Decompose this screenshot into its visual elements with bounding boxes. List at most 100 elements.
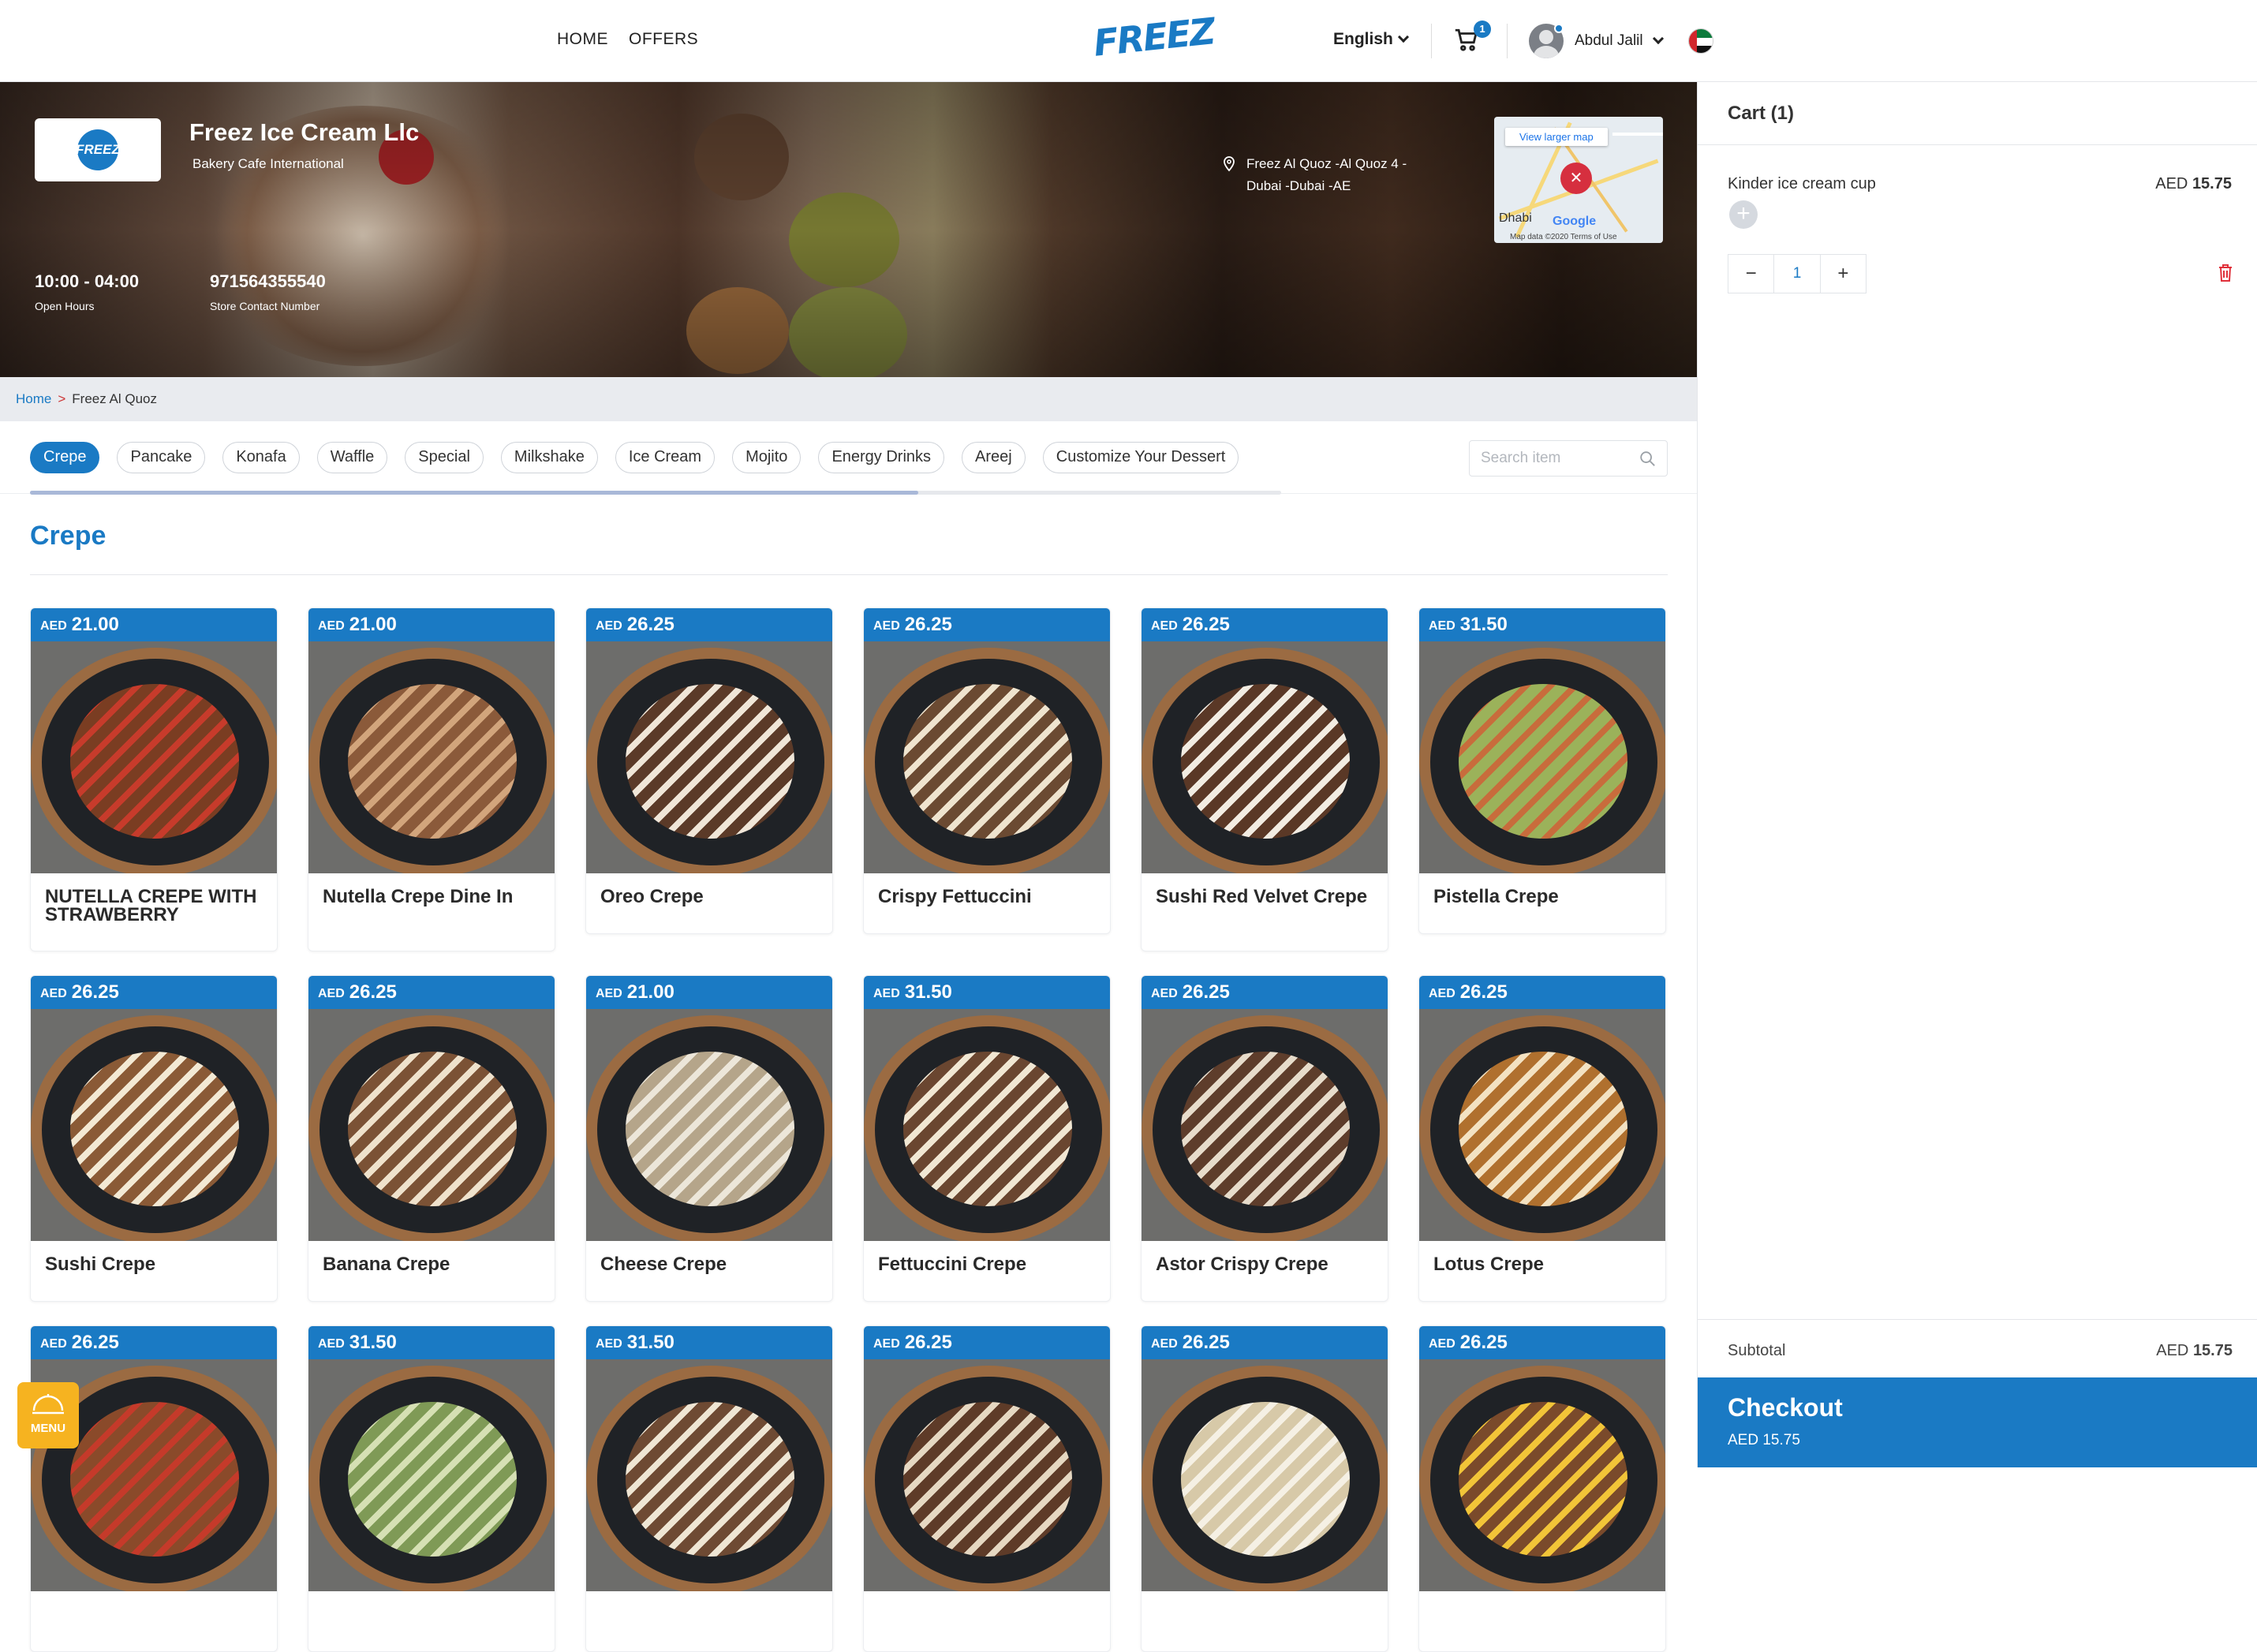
- uae-flag-icon[interactable]: [1688, 28, 1713, 54]
- product-image[interactable]: [864, 641, 1110, 873]
- tab-waffle[interactable]: Waffle: [316, 442, 388, 473]
- price-badge: AED 26.25: [586, 608, 832, 641]
- store-map[interactable]: View larger map ✕ Dhabi Google Map data …: [1494, 117, 1663, 243]
- product-name: NUTELLA CREPE WITH STRAWBERRY: [45, 886, 257, 925]
- price-badge: AED 26.25: [1419, 1326, 1665, 1359]
- tab-ice-cream[interactable]: Ice Cream: [615, 442, 716, 473]
- product-image[interactable]: [1142, 1359, 1388, 1591]
- product-card[interactable]: AED 21.00 Cheese Crepe: [585, 975, 833, 1302]
- product-card[interactable]: AED 26.25: [1418, 1325, 1666, 1652]
- product-card[interactable]: AED 31.50 Fettuccini Crepe: [863, 975, 1111, 1302]
- quantity-value[interactable]: 1: [1773, 255, 1821, 293]
- price-badge: AED 31.50: [1419, 608, 1665, 641]
- search-box[interactable]: [1469, 440, 1668, 477]
- price-value: 26.25: [626, 614, 674, 635]
- product-image[interactable]: [308, 1359, 555, 1591]
- google-logo: Google: [1553, 215, 1597, 228]
- price-badge: AED 26.25: [864, 1326, 1110, 1359]
- price-badge: AED 26.25: [1419, 976, 1665, 1009]
- product-image[interactable]: [1419, 1359, 1665, 1591]
- search-input[interactable]: [1481, 450, 1639, 467]
- price-value: 26.25: [1182, 981, 1230, 1003]
- product-image[interactable]: [31, 1009, 277, 1241]
- search-icon[interactable]: [1639, 450, 1656, 467]
- product-image[interactable]: [864, 1009, 1110, 1241]
- product-image[interactable]: [308, 641, 555, 873]
- product-card[interactable]: AED 26.25 Sushi Red Velvet Crepe: [1141, 607, 1388, 951]
- price-value: 31.50: [349, 1332, 397, 1353]
- product-card[interactable]: AED 31.50: [308, 1325, 555, 1652]
- add-extras-button[interactable]: +: [1729, 200, 1758, 229]
- price-badge: AED 21.00: [308, 608, 555, 641]
- product-card[interactable]: AED 31.50 Pistella Crepe: [1418, 607, 1666, 934]
- product-name: Sushi Crepe: [45, 1254, 156, 1275]
- tab-energy-drinks[interactable]: Energy Drinks: [818, 442, 945, 473]
- price-currency: AED: [1151, 619, 1178, 633]
- product-card[interactable]: AED 26.25 Sushi Crepe: [30, 975, 278, 1302]
- increase-quantity-button[interactable]: +: [1821, 255, 1866, 293]
- product-image[interactable]: [308, 1009, 555, 1241]
- product-image[interactable]: [586, 1009, 832, 1241]
- product-image[interactable]: [864, 1359, 1110, 1591]
- top-navbar: HOME OFFERS FREEZ English 1 Abdul Jalil: [0, 0, 2257, 82]
- cart-button[interactable]: 1: [1453, 21, 1491, 55]
- language-selector[interactable]: English: [1333, 30, 1409, 49]
- nav-offers-link[interactable]: OFFERS: [629, 30, 698, 49]
- product-card[interactable]: AED 26.25 Crispy Fettuccini: [863, 607, 1111, 934]
- tab-customize-your-dessert[interactable]: Customize Your Dessert: [1042, 442, 1239, 473]
- section-title: Crepe: [30, 521, 106, 551]
- product-card[interactable]: AED 31.50: [585, 1325, 833, 1652]
- delete-item-icon[interactable]: [2218, 263, 2233, 282]
- price-currency: AED: [1151, 987, 1178, 1000]
- product-image[interactable]: [586, 1359, 832, 1591]
- product-image[interactable]: [31, 641, 277, 873]
- tab-milkshake[interactable]: Milkshake: [500, 442, 598, 473]
- store-name: Freez Ice Cream Llc: [189, 118, 420, 146]
- decrease-quantity-button[interactable]: −: [1728, 255, 1773, 293]
- nav-home-link[interactable]: HOME: [557, 30, 608, 49]
- section-divider: [30, 574, 1668, 575]
- product-card[interactable]: AED 26.25 Banana Crepe: [308, 975, 555, 1302]
- menu-floating-button[interactable]: MENU: [17, 1382, 79, 1448]
- tabs-scrollbar[interactable]: [30, 491, 1281, 495]
- freez-logo[interactable]: FREEZ: [1092, 9, 1216, 65]
- breadcrumb-home-link[interactable]: Home: [16, 391, 51, 407]
- open-hours-label: Open Hours: [35, 300, 95, 312]
- product-card[interactable]: AED 26.25: [30, 1325, 278, 1652]
- tab-crepe[interactable]: Crepe: [30, 442, 100, 473]
- address-line-2: Dubai -Dubai -AE: [1246, 178, 1351, 193]
- tab-areej[interactable]: Areej: [962, 442, 1026, 473]
- tab-konafa[interactable]: Konafa: [222, 442, 300, 473]
- tab-pancake[interactable]: Pancake: [117, 442, 206, 473]
- checkout-button[interactable]: Checkout AED 15.75: [1698, 1377, 2257, 1467]
- tab-special[interactable]: Special: [405, 442, 484, 473]
- product-image[interactable]: [1419, 1009, 1665, 1241]
- price-currency: AED: [873, 1337, 900, 1351]
- product-card[interactable]: AED 26.25: [863, 1325, 1111, 1652]
- product-image[interactable]: [1419, 641, 1665, 873]
- view-larger-map-link[interactable]: View larger map: [1505, 128, 1608, 146]
- product-name: Lotus Crepe: [1433, 1254, 1545, 1275]
- product-image[interactable]: [1142, 641, 1388, 873]
- product-card[interactable]: AED 26.25 Astor Crispy Crepe: [1141, 975, 1388, 1302]
- product-image[interactable]: [586, 641, 832, 873]
- breadcrumb-current: Freez Al Quoz: [72, 391, 158, 406]
- price-value: 26.25: [349, 981, 397, 1003]
- menu-label: MENU: [30, 1422, 66, 1435]
- product-card[interactable]: AED 26.25 Oreo Crepe: [585, 607, 833, 934]
- product-card[interactable]: AED 26.25 Lotus Crepe: [1418, 975, 1666, 1302]
- price-badge: AED 31.50: [864, 976, 1110, 1009]
- price-badge: AED 26.25: [864, 608, 1110, 641]
- tabs-scrollbar-thumb[interactable]: [30, 491, 919, 495]
- divider: [1507, 24, 1508, 58]
- product-image[interactable]: [1142, 1009, 1388, 1241]
- breadcrumb-separator: >: [58, 391, 66, 406]
- price-value: 26.25: [71, 981, 119, 1003]
- product-card[interactable]: AED 21.00 Nutella Crepe Dine In: [308, 607, 555, 951]
- breadcrumb: Home > Freez Al Quoz: [0, 377, 1697, 421]
- product-card[interactable]: AED 26.25: [1141, 1325, 1388, 1652]
- product-card[interactable]: AED 21.00 NUTELLA CREPE WITH STRAWBERRY: [30, 607, 278, 951]
- store-address: Freez Al Quoz -Al Quoz 4 - Dubai -Dubai …: [1223, 153, 1407, 197]
- user-menu[interactable]: Abdul Jalil: [1529, 24, 1664, 58]
- tab-mojito[interactable]: Mojito: [732, 442, 802, 473]
